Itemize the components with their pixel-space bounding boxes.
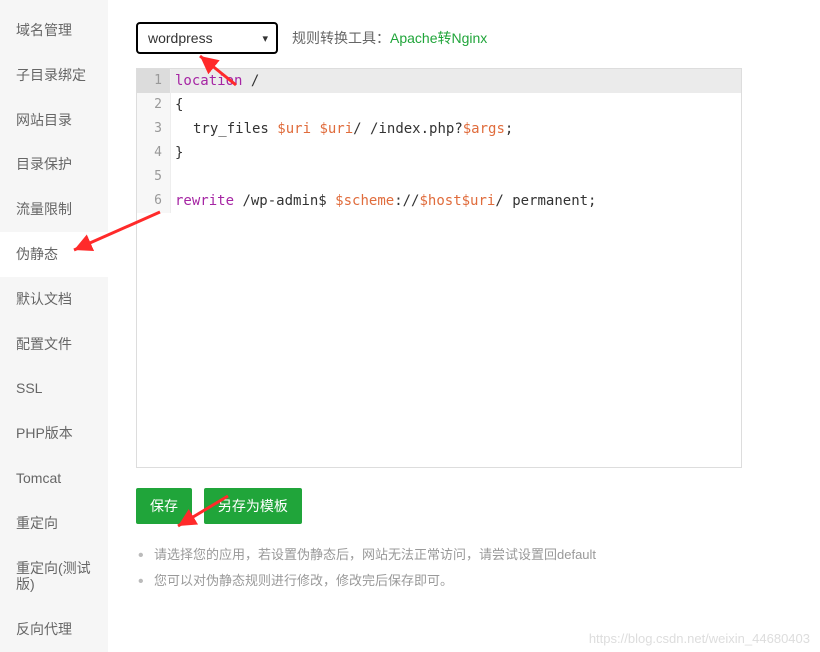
line-number: 3 — [137, 117, 171, 141]
code-line: 3try_files $uri $uri/ /index.php?$args; — [137, 117, 741, 141]
code-line: 4} — [137, 141, 741, 165]
sidebar-item[interactable]: 重定向(测试版) — [0, 546, 108, 608]
code-line: 6rewrite /wp-admin$ $scheme://$host$uri/… — [137, 189, 741, 213]
sidebar-item[interactable]: SSL — [0, 366, 108, 411]
code-content: } — [171, 141, 183, 165]
code-content: location / — [171, 69, 259, 93]
tips-list: 请选择您的应用，若设置伪静态后，网站无法正常访问，请尝试设置回default您可… — [136, 542, 792, 594]
sidebar-item[interactable]: 域名管理 — [0, 8, 108, 53]
tip-item: 请选择您的应用，若设置伪静态后，网站无法正常访问，请尝试设置回default — [136, 542, 792, 568]
save-button[interactable]: 保存 — [136, 488, 192, 524]
buttons-row: 保存 另存为模板 — [136, 488, 792, 524]
sidebar-item[interactable]: 默认文档 — [0, 277, 108, 322]
line-number: 4 — [137, 141, 171, 165]
code-content: try_files $uri $uri/ /index.php?$args; — [171, 117, 513, 141]
main-panel: wordpress ▾ 规则转换工具：Apache转Nginx 1locatio… — [108, 0, 820, 652]
tip-item: 您可以对伪静态规则进行修改，修改完后保存即可。 — [136, 568, 792, 594]
save-as-template-button[interactable]: 另存为模板 — [204, 488, 302, 524]
select-value: wordpress — [148, 30, 213, 46]
sidebar-item[interactable]: 子目录绑定 — [0, 53, 108, 98]
line-number: 1 — [137, 69, 171, 93]
chevron-down-icon: ▾ — [262, 32, 268, 45]
tool-label: 规则转换工具：Apache转Nginx — [292, 28, 487, 48]
rewrite-template-select[interactable]: wordpress ▾ — [136, 22, 278, 54]
code-line: 5 — [137, 165, 741, 189]
sidebar-item[interactable]: 配置文件 — [0, 322, 108, 367]
code-content: { — [171, 93, 183, 117]
code-content: rewrite /wp-admin$ $scheme://$host$uri/ … — [171, 189, 597, 213]
sidebar-item[interactable]: 重定向 — [0, 501, 108, 546]
line-number: 6 — [137, 189, 171, 213]
sidebar-item[interactable]: Tomcat — [0, 456, 108, 501]
code-editor[interactable]: 1location /2{3try_files $uri $uri/ /inde… — [136, 68, 742, 468]
top-row: wordpress ▾ 规则转换工具：Apache转Nginx — [136, 22, 792, 54]
sidebar-item[interactable]: 目录保护 — [0, 142, 108, 187]
line-number: 5 — [137, 165, 171, 189]
tool-label-text: 规则转换工具： — [292, 30, 390, 46]
code-line: 1location / — [137, 69, 741, 93]
line-number: 2 — [137, 93, 171, 117]
sidebar-item[interactable]: 流量限制 — [0, 187, 108, 232]
sidebar-item[interactable]: 网站目录 — [0, 98, 108, 143]
apache-to-nginx-link[interactable]: Apache转Nginx — [390, 30, 487, 46]
sidebar: 域名管理子目录绑定网站目录目录保护流量限制伪静态默认文档配置文件SSLPHP版本… — [0, 0, 108, 652]
sidebar-item[interactable]: 反向代理 — [0, 607, 108, 652]
sidebar-item[interactable]: 伪静态 — [0, 232, 108, 277]
code-line: 2{ — [137, 93, 741, 117]
watermark-text: https://blog.csdn.net/weixin_44680403 — [589, 631, 810, 646]
sidebar-item[interactable]: PHP版本 — [0, 411, 108, 456]
